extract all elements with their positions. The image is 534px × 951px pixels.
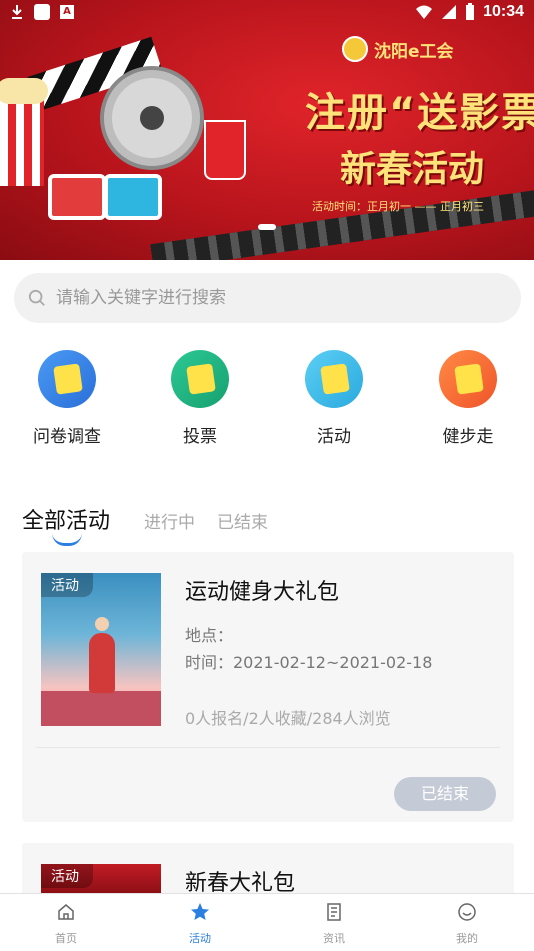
status-bar: A 10:34 xyxy=(0,0,534,28)
activity-location: 地点： xyxy=(185,626,234,645)
tabbar-profile[interactable]: 我的 xyxy=(427,902,507,946)
promo-banner[interactable]: 沈阳e工会 注册“送影票” 新春活动 活动时间：正月初一 —— 正月初三 A 1… xyxy=(0,0,534,260)
category-vote[interactable]: 投票 xyxy=(155,350,245,447)
category-label: 问卷调查 xyxy=(33,427,101,447)
union-name: 沈阳e工会 xyxy=(374,41,454,62)
union-logo: 沈阳e工会 xyxy=(342,36,454,62)
popcorn-graphic xyxy=(0,78,48,186)
activity-thumbnail: 活动 xyxy=(41,573,161,726)
app-notification-icon xyxy=(34,4,50,20)
vote-icon xyxy=(171,350,229,408)
carousel-indicator[interactable] xyxy=(258,224,276,230)
banner-date: 活动时间：正月初一 —— 正月初三 xyxy=(312,200,484,213)
tabbar-news[interactable]: 资讯 xyxy=(294,902,374,946)
download-icon xyxy=(12,5,22,19)
activity-title: 运动健身大礼包 xyxy=(185,580,340,605)
category-walk[interactable]: 健步走 xyxy=(423,350,513,447)
activity-icon xyxy=(305,350,363,408)
category-activity[interactable]: 活动 xyxy=(289,350,379,447)
news-icon xyxy=(327,903,341,921)
filter-tabs: 全部活动 进行中 已结束 xyxy=(22,495,290,546)
tabbar-label: 我的 xyxy=(456,932,478,945)
wifi-icon xyxy=(416,5,433,19)
category-questionnaire[interactable]: 问卷调查 xyxy=(22,350,112,447)
tabbar-label: 首页 xyxy=(55,932,77,945)
film-reel-graphic xyxy=(100,66,204,170)
category-label: 活动 xyxy=(317,427,351,447)
banner-headline: 注册“送影票” xyxy=(305,90,534,136)
banner-subheadline: 新春活动 xyxy=(340,149,485,190)
tabbar-label: 活动 xyxy=(189,932,211,945)
walk-icon xyxy=(439,350,497,408)
bottom-tab-bar: 首页 活动 资讯 我的 xyxy=(0,893,534,951)
active-tab-indicator xyxy=(52,533,82,546)
category-label: 投票 xyxy=(183,427,217,447)
search-bar[interactable] xyxy=(14,273,521,323)
status-time: 10:34 xyxy=(483,3,524,20)
tabbar-home[interactable]: 首页 xyxy=(26,902,106,946)
signal-icon xyxy=(442,5,457,19)
questionnaire-icon xyxy=(38,350,96,408)
star-icon xyxy=(191,903,209,920)
category-grid: 问卷调查 投票 活动 健步走 xyxy=(0,350,534,450)
tabbar-activity[interactable]: 活动 xyxy=(160,902,240,946)
activity-tag: 活动 xyxy=(41,864,93,888)
home-icon xyxy=(58,904,74,920)
tabbar-label: 资讯 xyxy=(323,932,345,945)
search-input[interactable] xyxy=(54,287,478,309)
status-ended-button[interactable]: 已结束 xyxy=(394,777,496,811)
3d-glasses-graphic xyxy=(48,168,162,220)
battery-icon xyxy=(466,3,475,20)
activity-stats: 0人报名/2人收藏/284人浏览 xyxy=(185,709,391,728)
activity-time: 时间：2021-02-12~2021-02-18 xyxy=(185,653,433,672)
activity-card[interactable]: 活动 运动健身大礼包 地点： 时间：2021-02-12~2021-02-18 … xyxy=(22,552,514,822)
search-icon xyxy=(28,289,45,306)
a-notification-icon: A xyxy=(60,5,74,19)
tab-ongoing[interactable]: 进行中 xyxy=(144,508,195,535)
runner-graphic xyxy=(89,617,115,693)
activity-tag: 活动 xyxy=(41,573,93,597)
card-divider xyxy=(36,747,500,748)
category-label: 健步走 xyxy=(442,427,494,447)
film-strip-graphic xyxy=(150,185,534,260)
tab-all-label: 全部活动 xyxy=(22,509,111,534)
profile-icon xyxy=(458,903,476,921)
soda-cup-graphic xyxy=(204,120,246,180)
tab-all[interactable]: 全部活动 xyxy=(22,503,111,546)
tab-ended[interactable]: 已结束 xyxy=(217,508,268,535)
union-emblem-icon xyxy=(342,36,368,62)
